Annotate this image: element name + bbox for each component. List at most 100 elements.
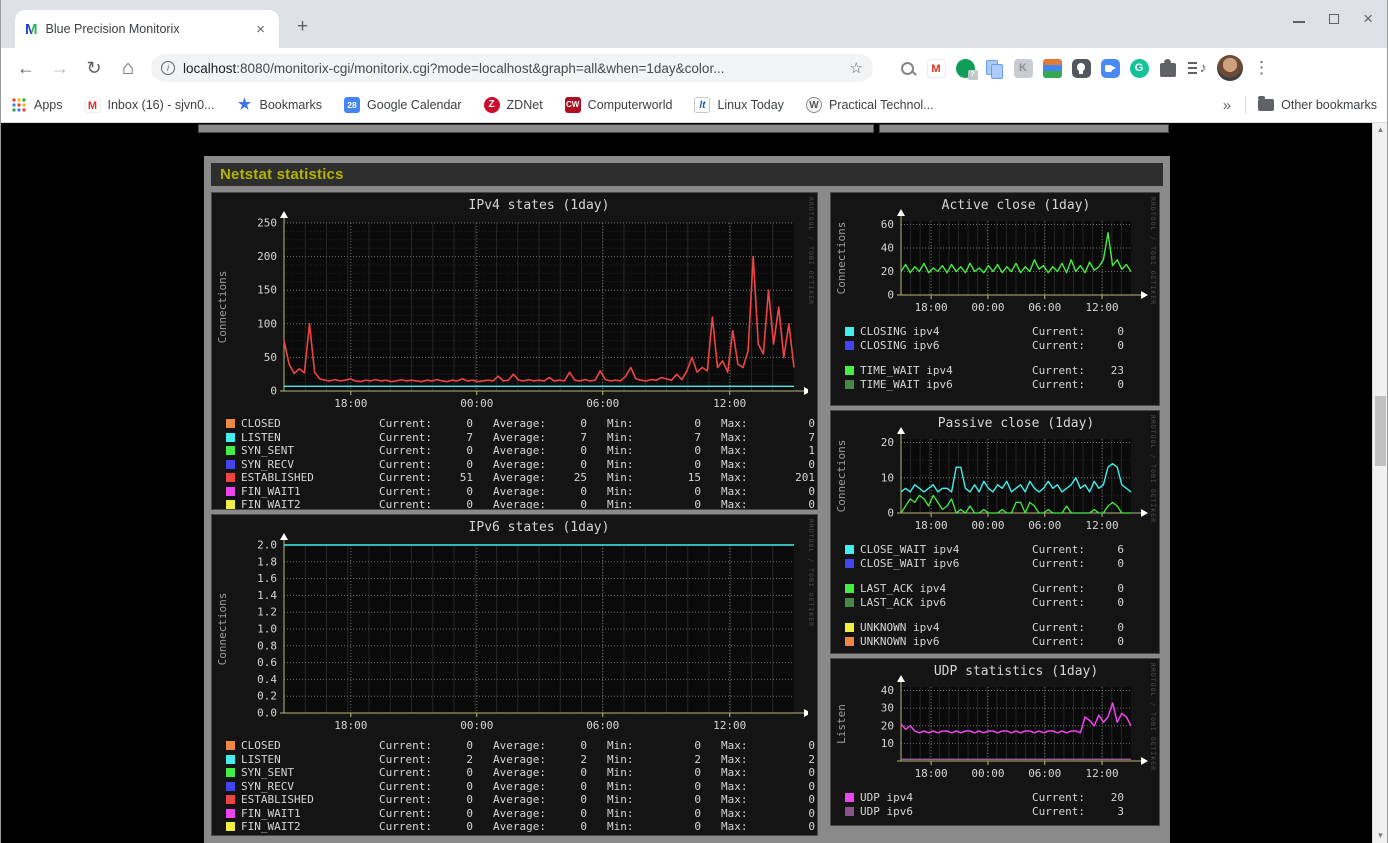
kbox-icon: K (1013, 58, 1033, 78)
svg-text:06:00: 06:00 (1028, 767, 1061, 780)
profile-avatar[interactable] (1217, 55, 1243, 81)
apps-favicon (11, 97, 27, 113)
bookmark-apps[interactable]: Apps (11, 97, 63, 113)
bookmark-linux-today[interactable]: lt Linux Today (694, 97, 784, 113)
reload-icon[interactable] (79, 53, 109, 83)
bookmarks-right: » Other bookmarks (1223, 96, 1377, 114)
bookmark-label: Linux Today (717, 98, 784, 112)
bookmark-bookmarks[interactable]: Bookmarks (237, 97, 323, 113)
svg-text:0: 0 (270, 385, 277, 398)
ipv6-states-chart[interactable]: 0.0 0.2 0.4 0.6 0.8 1.0 1.2 1.4 1.6 1.8 2.0 18:00 00… (212, 515, 808, 737)
keep-lamp-extension[interactable] (1069, 56, 1093, 80)
legend-swatch (226, 822, 235, 832)
puzzle-icon (1160, 58, 1176, 77)
previous-section-edge-left (198, 124, 874, 133)
bookmark-google-calendar[interactable]: 28 Google Calendar (344, 97, 462, 113)
legend-label: ESTABLISHED (241, 793, 314, 806)
svg-text:0.8: 0.8 (257, 639, 277, 652)
legend-swatch (226, 768, 235, 778)
svg-text:200: 200 (257, 250, 277, 263)
scrollbar-up-icon[interactable]: ▲ (1373, 123, 1387, 137)
legend-swatch (226, 795, 235, 805)
page-scrollbar[interactable]: ▲ ▼ (1372, 123, 1387, 843)
legend-swatch (845, 806, 854, 816)
address-bar[interactable]: localhost:8080/monitorix-cgi/monitorix.c… (151, 54, 873, 82)
svg-text:12:00: 12:00 (1085, 519, 1118, 532)
search-icon (898, 59, 917, 78)
new-tab-button[interactable]: + (297, 16, 308, 38)
star-favicon (237, 97, 253, 113)
legend-swatch (845, 340, 854, 350)
legend-label: FIN_WAIT2 (241, 498, 301, 510)
legend-label: UDP ipv4 (860, 791, 913, 804)
minimize-icon[interactable] (1293, 15, 1306, 23)
gmail-extension[interactable]: M (924, 56, 948, 80)
search-extension[interactable] (895, 56, 919, 80)
legend-row: CLOSE_WAIT ipv6 Current: 0 (845, 557, 1159, 571)
forward-icon[interactable] (45, 53, 75, 83)
legend-row: UNKNOWN ipv6 Current: 0 (845, 635, 1159, 649)
maximize-icon[interactable] (1329, 14, 1340, 24)
legend-row: TIME_WAIT ipv6 Current: 0 (845, 378, 1159, 392)
browser-menu-icon[interactable] (1253, 58, 1270, 78)
grammarly-extension[interactable]: G (1127, 56, 1151, 80)
legend-label: TIME_WAIT ipv6 (860, 377, 953, 391)
legend-swatch (845, 379, 854, 389)
k-extension[interactable]: K (1011, 56, 1035, 80)
svg-text:10: 10 (881, 737, 894, 750)
legend-label: TIME_WAIT ipv4 (860, 364, 953, 377)
window-close-icon[interactable]: × (1363, 10, 1373, 27)
tab-close-icon[interactable]: × (252, 21, 269, 38)
scrollbar-down-icon[interactable]: ▼ (1373, 829, 1387, 843)
legend-label: UNKNOWN ipv4 (860, 621, 940, 634)
playlist-extension[interactable]: ♪ (1185, 56, 1209, 80)
tab-strip: M Blue Precision Monitorix × + × (1, 0, 1387, 48)
legend-row: CLOSE_WAIT ipv4 Current: 6 (845, 543, 1159, 557)
wp-favicon: W (805, 97, 822, 113)
legend-row: UDP ipv6 Current: 3 (845, 805, 1159, 819)
right-column: 0 20 40 60 18:00 00:00 06:00 12:00 Active close … (830, 192, 1160, 836)
other-bookmarks[interactable]: Other bookmarks (1281, 98, 1377, 112)
bookmark-inbox-16-sjvn0[interactable]: M Inbox (16) - sjvn0... (84, 97, 215, 113)
bookmark-computerworld[interactable]: CW Computerworld (564, 97, 673, 113)
legend-label: FIN_WAIT2 (241, 820, 301, 833)
home-icon[interactable] (113, 53, 143, 83)
ipv4-states-chart[interactable]: 0 50 100 150 200 250 18:00 00:00 06:00 12:00 IPv4 … (212, 193, 808, 415)
bookmark-zdnet[interactable]: Z ZDNet (483, 97, 543, 113)
bookmark-star-icon[interactable] (850, 59, 863, 77)
legend-row: SYN_RECV Current: 0 Average: 0 Min: 0 Max: 0 (226, 780, 817, 794)
browser-tab[interactable]: M Blue Precision Monitorix × (15, 10, 279, 48)
bookmark-label: Computerworld (587, 98, 673, 112)
legend-row: LISTEN Current: 2 Average: 2 Min: 2 Max: 2 (226, 753, 817, 767)
hangouts-extension[interactable] (953, 56, 978, 80)
legend-row: LAST_ACK ipv6 Current: 0 (845, 596, 1159, 610)
url-text[interactable]: localhost:8080/monitorix-cgi/monitorix.c… (183, 61, 844, 76)
scrollbar-thumb[interactable] (1375, 396, 1386, 466)
extensions-puzzle[interactable] (1156, 56, 1180, 80)
zoom-camera-extension[interactable] (1098, 56, 1122, 80)
legend-label: UNKNOWN ipv6 (860, 634, 940, 648)
svg-text:100: 100 (257, 317, 277, 330)
legend-row: UNKNOWN ipv4 Current: 0 (845, 621, 1159, 635)
bookmarks-overflow-icon[interactable]: » (1223, 97, 1231, 114)
svg-text:18:00: 18:00 (915, 301, 948, 314)
legend-swatch (226, 741, 235, 751)
books-stack-extension[interactable] (1040, 56, 1064, 80)
back-icon[interactable] (11, 53, 41, 83)
gmailx-icon: M (926, 58, 946, 78)
copy-pages-extension[interactable] (982, 56, 1006, 80)
legend-label: CLOSED (241, 739, 281, 752)
rrdtool-watermark: RRDTOOL / TOBI OETIKER (1149, 415, 1157, 524)
bookmark-practical-technol[interactable]: W Practical Technol... (805, 97, 934, 113)
legend-label: SYN_RECV (241, 779, 294, 793)
passive-close-chart[interactable]: 0 10 20 18:00 00:00 06:00 12:00 Passive close (… (831, 411, 1153, 533)
bookmark-label: Inbox (16) - sjvn0... (107, 98, 215, 112)
svg-text:20: 20 (881, 719, 894, 732)
udp-statistics-chart[interactable]: 10 20 30 40 18:00 00:00 06:00 12:00 UDP statisti… (831, 659, 1153, 781)
legend-row: CLOSING ipv4 Current: 0 (845, 325, 1159, 339)
rrdtool-watermark: RRDTOOL / TOBI OETIKER (807, 519, 815, 628)
page-info-icon[interactable] (161, 61, 175, 75)
svg-text:UDP statistics (1day): UDP statistics (1day) (934, 664, 1098, 679)
active-close-chart[interactable]: 0 20 40 60 18:00 00:00 06:00 12:00 Active close … (831, 193, 1153, 315)
legend-label: LISTEN (241, 430, 281, 444)
